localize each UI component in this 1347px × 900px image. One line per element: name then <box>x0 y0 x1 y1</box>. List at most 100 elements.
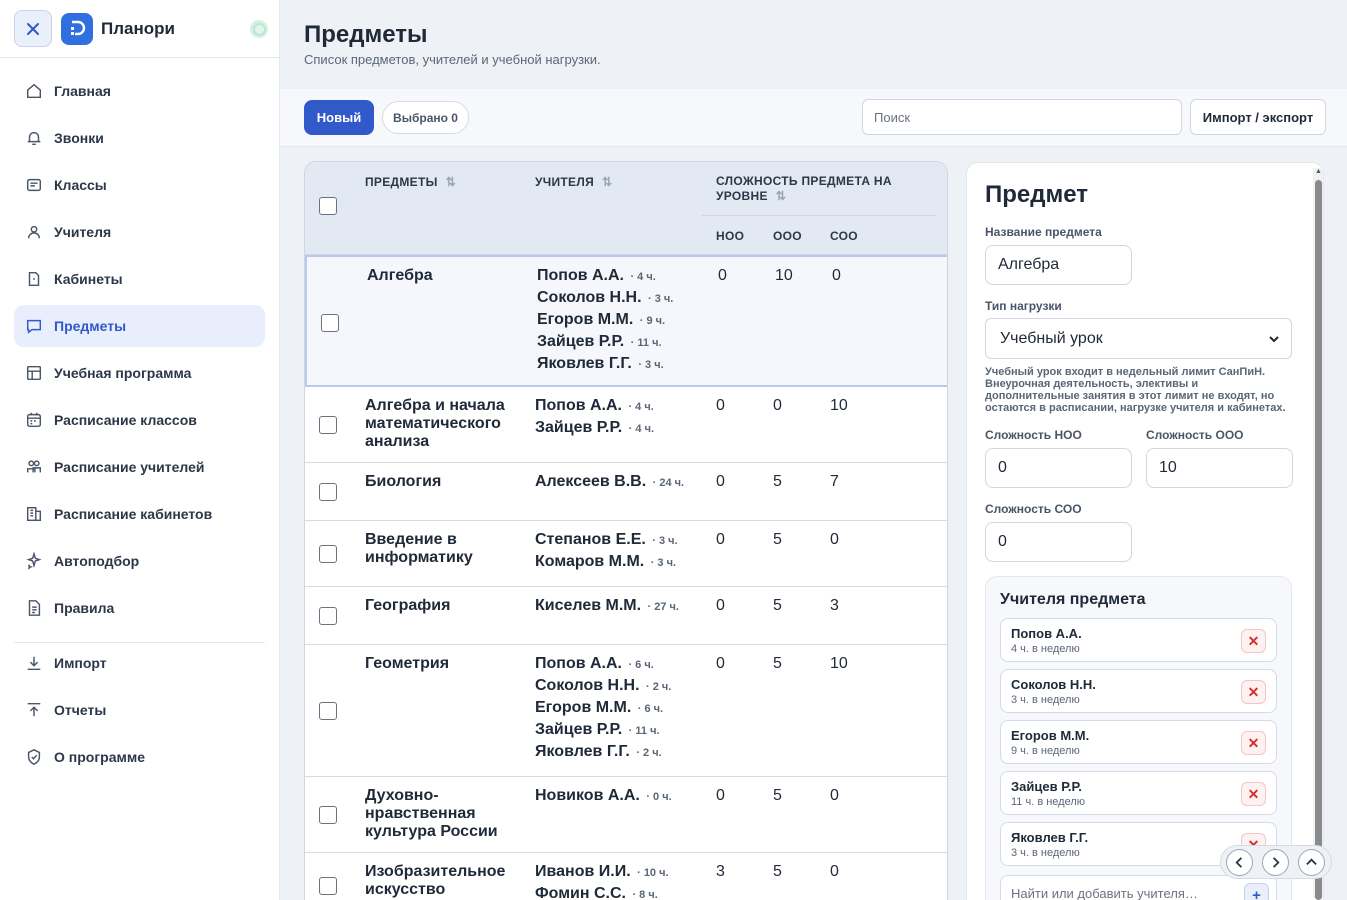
table-row[interactable]: Духовно-нравственная культура России Нови… <box>305 777 947 853</box>
complexity-soo: 0 <box>830 863 839 880</box>
select-all-checkbox[interactable] <box>319 197 337 215</box>
sidebar-item-class[interactable]: Классы <box>14 164 265 206</box>
sidebar-item-door[interactable]: Кабинеты <box>14 258 265 300</box>
complexity-noo: 0 <box>716 531 725 548</box>
row-checkbox[interactable] <box>319 877 337 895</box>
subject-teacher-name: Попов А.А. <box>1011 626 1082 641</box>
remove-teacher-button[interactable]: ✕ <box>1241 782 1266 806</box>
selected-count-button[interactable]: Выбрано 0 <box>382 101 469 134</box>
column-header-subjects[interactable]: ПРЕДМЕТЫ ⇅ <box>365 175 456 189</box>
table-row[interactable]: География Киселев М.М. · 27 ч. 0 5 3 <box>305 587 947 645</box>
teacher-entry: Зайцев Р.Р. · 4 ч. <box>535 419 705 441</box>
table-row[interactable]: Алгебра и начала математического анализа… <box>305 387 947 463</box>
complexity-ooo-label: Сложность ООО <box>1146 428 1244 442</box>
complexity-soo-input[interactable] <box>985 522 1132 562</box>
row-checkbox[interactable] <box>319 545 337 563</box>
search-input[interactable] <box>862 99 1182 135</box>
teacher-hours: · 3 ч. <box>652 535 678 547</box>
teacher-list: Новиков А.А. · 0 ч. <box>535 787 705 809</box>
teacher-name: Егоров М.М. <box>537 311 634 328</box>
teacher-name: Попов А.А. <box>535 397 622 414</box>
table-row[interactable]: Введение в информатику Степанов Е.Е. · 3 … <box>305 521 947 587</box>
teacher-entry: Комаров М.М. · 3 ч. <box>535 553 705 575</box>
import-export-button[interactable]: Импорт / экспорт <box>1190 99 1326 135</box>
complexity-ooo: 5 <box>773 473 782 490</box>
subject-name: Введение в информатику <box>365 531 473 566</box>
sidebar-item-download[interactable]: Импорт <box>14 642 265 684</box>
row-checkbox[interactable] <box>319 702 337 720</box>
add-teacher-button[interactable]: + <box>1244 883 1269 900</box>
table-row[interactable]: Биология Алексеев В.В. · 24 ч. 0 5 7 <box>305 463 947 521</box>
complexity-ooo: 10 <box>775 267 793 284</box>
scroll-up-icon[interactable]: ▲ <box>1315 168 1322 175</box>
complexity-noo-input[interactable] <box>985 448 1132 488</box>
subject-name: Духовно-нравственная культура России <box>365 787 498 840</box>
page-subtitle: Список предметов, учителей и учебной наг… <box>304 52 601 67</box>
sidebar-item-building[interactable]: Расписание кабинетов <box>14 493 265 535</box>
row-checkbox[interactable] <box>319 607 337 625</box>
complexity-soo-label: Сложность СОО <box>985 502 1082 516</box>
sidebar-item-calendar[interactable]: Расписание классов <box>14 399 265 441</box>
class-icon <box>25 176 43 194</box>
complexity-ooo: 5 <box>773 655 782 672</box>
sidebar-item-label: Импорт <box>54 655 107 671</box>
teacher-hours: · 9 ч. <box>639 315 666 327</box>
panel-scrollbar[interactable]: ▲ <box>1313 168 1323 900</box>
complexity-ooo-input[interactable] <box>1146 448 1293 488</box>
chevron-left-icon <box>1235 857 1243 868</box>
row-checkbox[interactable] <box>319 483 337 501</box>
column-header-teachers[interactable]: УЧИТЕЛЯ ⇅ <box>535 175 612 189</box>
sidebar-item-label: Учителя <box>54 224 112 240</box>
column-header-soo: СОО <box>830 229 858 243</box>
previous-button[interactable] <box>1226 849 1253 876</box>
teacher-list: Степанов Е.Е. · 3 ч. Комаров М.М. · 3 ч. <box>535 531 705 575</box>
row-checkbox[interactable] <box>321 314 339 332</box>
subject-teacher-card: Попов А.А. 4 ч. в неделю ✕ <box>1000 618 1277 662</box>
sidebar-item-users[interactable]: Расписание учителей <box>14 446 265 488</box>
sidebar-item-upload[interactable]: Отчеты <box>14 689 265 731</box>
toolbar: Новый Выбрано 0 Импорт / экспорт <box>280 89 1347 147</box>
header-divider <box>702 215 936 216</box>
bell-icon <box>25 129 43 147</box>
remove-teacher-button[interactable]: ✕ <box>1241 680 1266 704</box>
column-header-complexity[interactable]: СЛОЖНОСТЬ ПРЕДМЕТА НА УРОВНЕ ⇅ <box>716 174 921 204</box>
sort-icon[interactable]: ⇅ <box>446 175 456 189</box>
table-row[interactable]: Алгебра Попов А.А. · 4 ч. Соколов Н.Н. · 3… <box>305 255 947 387</box>
sort-icon[interactable]: ⇅ <box>602 175 612 189</box>
subject-teacher-card: Зайцев Р.Р. 11 ч. в неделю ✕ <box>1000 771 1277 815</box>
teacher-name: Комаров М.М. <box>535 553 645 570</box>
scroll-top-button[interactable] <box>1298 849 1325 876</box>
table-row[interactable]: Геометрия Попов А.А. · 6 ч. Соколов Н.Н. ·… <box>305 645 947 777</box>
complexity-soo: 0 <box>830 531 839 548</box>
load-type-value: Учебный урок <box>1000 329 1103 347</box>
close-sidebar-button[interactable] <box>14 10 52 47</box>
teacher-hours: · 6 ч. <box>637 703 664 715</box>
sort-icon[interactable]: ⇅ <box>776 189 786 204</box>
sidebar-item-document[interactable]: Правила <box>14 587 265 629</box>
remove-teacher-button[interactable]: ✕ <box>1241 629 1266 653</box>
load-type-select[interactable]: Учебный урок <box>985 318 1292 359</box>
new-button[interactable]: Новый <box>304 100 374 135</box>
row-checkbox[interactable] <box>319 806 337 824</box>
teacher-hours: · 11 ч. <box>628 725 660 737</box>
sidebar-item-bell[interactable]: Звонки <box>14 117 265 159</box>
subject-teacher-hours: 11 ч. в неделю <box>1011 796 1086 808</box>
table-row[interactable]: Изобразительное искусство Иванов И.И. · 1… <box>305 853 947 900</box>
subject-name-input[interactable] <box>985 245 1132 285</box>
sidebar-item-user[interactable]: Учителя <box>14 211 265 253</box>
row-checkbox[interactable] <box>319 416 337 434</box>
sidebar-item-sparkles[interactable]: Автоподбор <box>14 540 265 582</box>
sidebar-item-shield[interactable]: О программе <box>14 736 265 778</box>
sidebar-item-home[interactable]: Главная <box>14 70 265 112</box>
teacher-entry: Степанов Е.Е. · 3 ч. <box>535 531 705 553</box>
sidebar-item-chat[interactable]: Предметы <box>14 305 265 347</box>
remove-teacher-button[interactable]: ✕ <box>1241 731 1266 755</box>
sidebar-item-label: О программе <box>54 749 146 765</box>
column-header-teachers-label: УЧИТЕЛЯ <box>535 175 595 189</box>
chevron-right-icon <box>1272 857 1280 868</box>
teacher-name: Зайцев Р.Р. <box>537 333 625 350</box>
next-button[interactable] <box>1262 849 1289 876</box>
scrollbar-thumb[interactable] <box>1315 180 1322 900</box>
teacher-name: Зайцев Р.Р. <box>535 419 623 436</box>
sidebar-item-table[interactable]: Учебная программа <box>14 352 265 394</box>
